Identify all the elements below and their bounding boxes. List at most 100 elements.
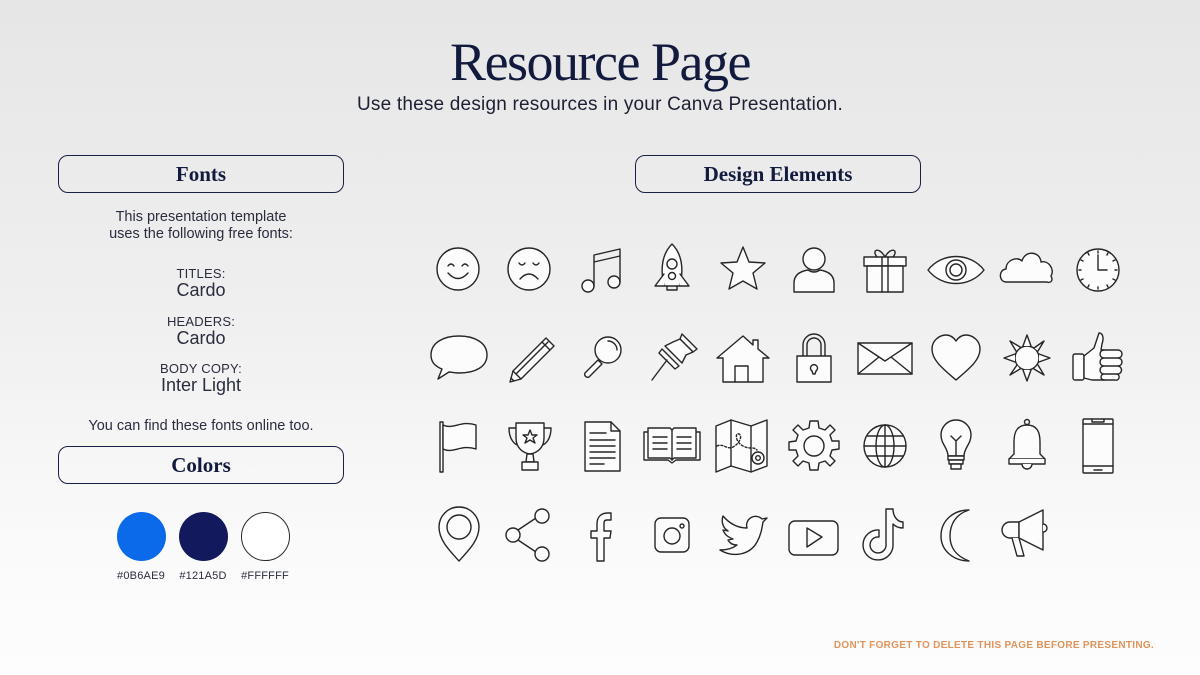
fonts-intro: This presentation template uses the foll… [58,209,344,243]
font-entry-name: Inter Light [160,375,242,395]
share-icon [504,508,550,562]
icon-cell[interactable] [991,504,1062,592]
facebook-icon [589,512,612,562]
page-subtitle: Use these design resources in your Canva… [356,94,844,115]
pencil-icon [508,337,555,383]
tiktok-icon [861,508,904,561]
icon-cell[interactable] [849,240,920,328]
icon-cell[interactable] [1062,240,1133,328]
fonts-intro-line: This presentation template [115,209,287,225]
globe-icon [862,424,907,468]
gift-icon [862,249,907,293]
icon-cell[interactable] [920,240,991,328]
font-entry-headers: HEADERS: Cardo [58,315,344,348]
icon-cell[interactable] [1062,328,1133,416]
bell-icon [1007,418,1046,470]
color-swatch: #0B6AE9 [116,512,166,582]
icon-cell[interactable] [991,240,1062,328]
fonts-header: Fonts [58,155,344,193]
document-icon [583,421,621,472]
clock-icon [1075,248,1120,292]
icon-cell[interactable] [849,504,920,592]
page-title: Resource Page [450,32,751,92]
lightbulb-icon [939,419,972,470]
padlock-icon [795,333,832,383]
design-elements-grid [423,240,1133,592]
sad-face-icon [506,247,551,291]
user-icon [792,247,835,293]
pushpin-icon [650,333,698,381]
icon-cell[interactable] [423,328,494,416]
icon-cell[interactable] [707,504,778,592]
twitter-icon [718,515,768,556]
icon-cell[interactable] [636,240,707,328]
icon-cell[interactable] [565,328,636,416]
star-icon [719,246,766,290]
icon-cell[interactable] [565,240,636,328]
instagram-icon [653,517,690,553]
icon-cell[interactable] [494,416,565,504]
icon-cell[interactable] [920,416,991,504]
rocket-icon [653,243,690,291]
icon-cell[interactable] [991,328,1062,416]
icon-cell[interactable] [636,328,707,416]
icon-cell[interactable] [778,240,849,328]
icon-cell[interactable] [423,504,494,592]
font-entry-name: Cardo [176,328,226,348]
icon-cell[interactable] [565,416,636,504]
color-hex-label: #0B6AE9 [117,570,165,582]
youtube-icon [787,520,839,556]
icon-cell[interactable] [707,240,778,328]
icon-cell[interactable] [849,416,920,504]
icon-cell[interactable] [920,504,991,592]
icon-cell[interactable] [991,416,1062,504]
icon-cell[interactable] [494,240,565,328]
font-entry-label: BODY COPY: [160,361,242,376]
icon-cell[interactable] [920,328,991,416]
megaphone-icon [1000,509,1048,557]
smiley-face-icon [435,247,480,291]
smartphone-icon [1081,418,1114,474]
envelope-icon [856,342,913,375]
gear-icon [787,420,840,471]
colors-header-label: Colors [171,452,231,477]
color-swatches: #0B6AE9 #121A5D #FFFFFF [116,512,290,582]
icon-cell[interactable] [636,504,707,592]
fonts-header-label: Fonts [175,161,227,186]
icon-cell[interactable] [636,416,707,504]
icon-cell[interactable] [423,416,494,504]
flag-icon [438,421,477,473]
magnifier-icon [583,336,622,378]
color-dot [116,512,166,561]
design-elements-header: Design Elements [635,155,921,193]
icon-cell[interactable] [778,416,849,504]
fonts-intro-line: uses the following free fonts: [109,226,293,242]
font-entry-titles: TITLES: Cardo [58,267,344,300]
icon-cell[interactable] [778,328,849,416]
icon-cell[interactable] [707,416,778,504]
heart-icon [930,334,981,381]
fonts-note: You can find these fonts online too. [88,418,314,434]
icon-cell[interactable] [494,504,565,592]
eye-icon [926,255,985,285]
colors-header: Colors [58,446,344,484]
font-entry-label: TITLES: [176,266,226,281]
font-entry-body: BODY COPY: Inter Light [58,362,344,395]
icon-cell[interactable] [423,240,494,328]
design-elements-header-label: Design Elements [703,161,853,186]
icon-cell[interactable] [494,328,565,416]
moon-icon [939,509,970,562]
map-icon [714,419,768,473]
color-dot [240,512,290,561]
font-entry-name: Cardo [176,280,226,300]
icon-cell[interactable] [778,504,849,592]
color-swatch: #FFFFFF [240,512,290,582]
icon-cell[interactable] [849,328,920,416]
speech-bubble-icon [429,335,488,380]
icon-cell[interactable] [1062,416,1133,504]
icon-cell[interactable] [565,504,636,592]
delete-page-reminder: DON'T FORGET TO DELETE THIS PAGE BEFORE … [833,640,1154,651]
icon-cell[interactable] [707,328,778,416]
color-swatch: #121A5D [178,512,228,582]
open-book-icon [642,427,701,464]
